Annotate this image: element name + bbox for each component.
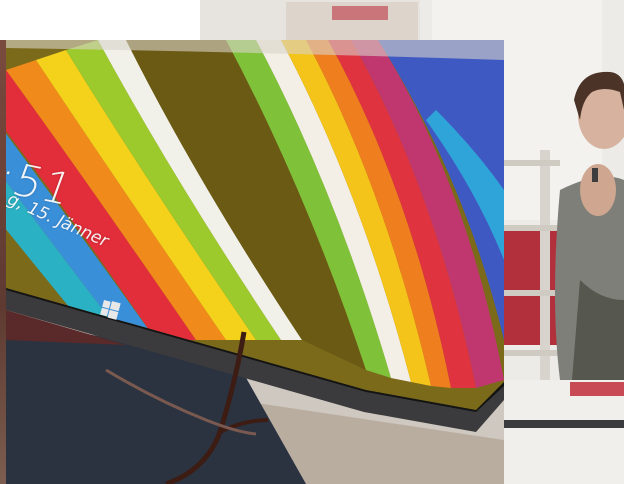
foreground-photo-tablet: :51 g, 15. Jänner (6, 40, 504, 484)
top-white-strip (0, 0, 200, 40)
photo-collage: :51 g, 15. Jänner (0, 0, 624, 484)
tablet-photo-illustration (6, 40, 504, 484)
